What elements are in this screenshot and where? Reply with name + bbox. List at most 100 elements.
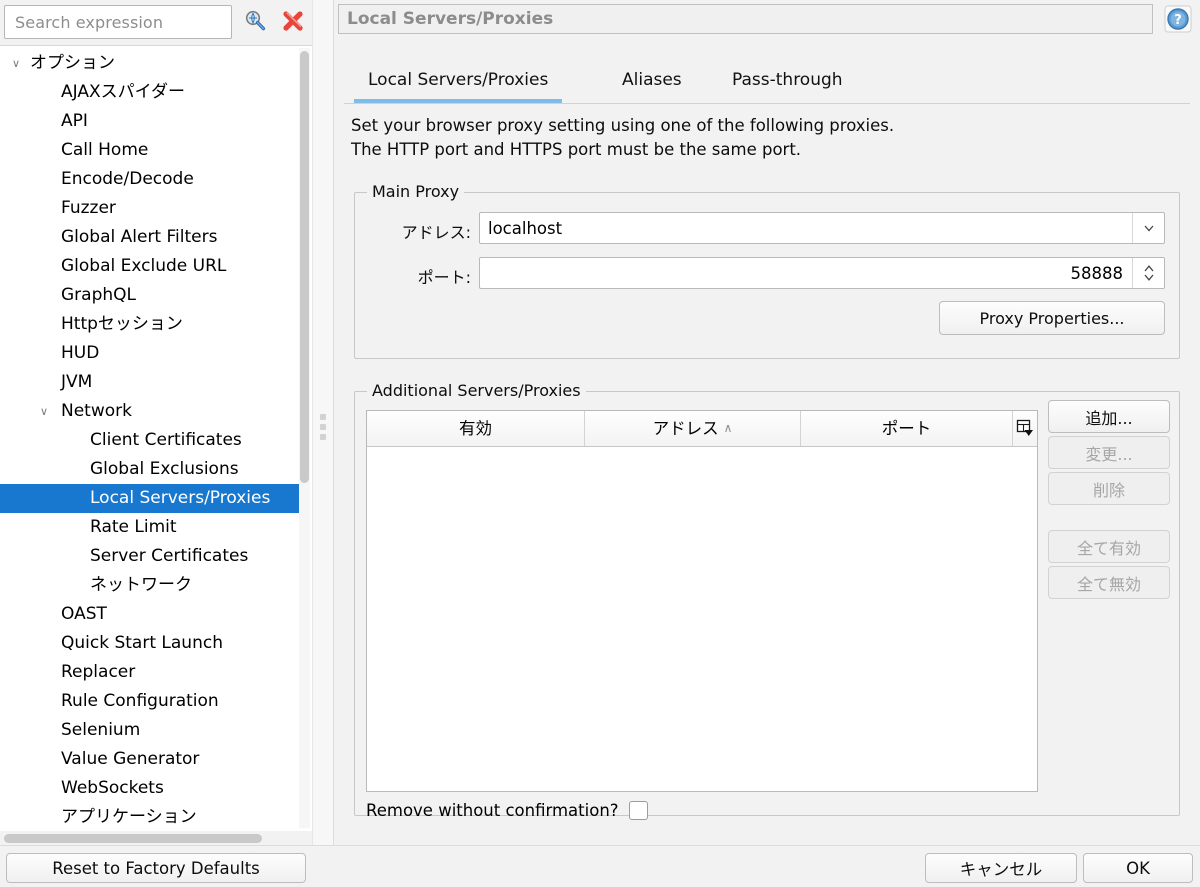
search-input[interactable]: Search expression	[4, 5, 232, 39]
sidebar-item-[interactable]: アプリケーション	[0, 803, 303, 831]
options-dialog: Search expression ∨ オプション AJAXスパイダー API …	[0, 0, 1200, 887]
sidebar-item-label: JVM	[61, 372, 93, 392]
svg-text:?: ?	[1174, 13, 1182, 28]
additional-servers-legend: Additional Servers/Proxies	[367, 381, 586, 400]
sidebar-item-local-servers-proxies[interactable]: Local Servers/Proxies	[0, 484, 303, 513]
chevron-down-icon[interactable]	[1132, 213, 1164, 243]
scrollbar-thumb[interactable]	[300, 51, 309, 483]
sidebar-item-rule-configuration[interactable]: Rule Configuration	[0, 687, 303, 716]
sidebar-item-api[interactable]: API	[0, 107, 303, 136]
proxy-properties-button[interactable]: Proxy Properties...	[939, 301, 1165, 335]
panel-title-row: Local Servers/Proxies ?	[334, 0, 1200, 40]
port-spinner[interactable]: 58888	[479, 257, 1165, 289]
additional-servers-table[interactable]: 有効 アドレス ∧ ポート	[366, 410, 1038, 792]
column-chooser-icon[interactable]	[1014, 415, 1036, 441]
sidebar-item-label: Client Certificates	[90, 430, 242, 450]
sidebar-item-fuzzer[interactable]: Fuzzer	[0, 194, 303, 223]
sidebar-item-label: Selenium	[61, 720, 141, 740]
sidebar-item-label: AJAXスパイダー	[61, 82, 185, 102]
disable-all-button: 全て無効	[1048, 566, 1170, 599]
sidebar-item-oast[interactable]: OAST	[0, 600, 303, 629]
red-x-icon[interactable]	[278, 6, 308, 36]
help-question-icon[interactable]: ?	[1163, 4, 1193, 34]
description-line-2: The HTTP port and HTTPS port must be the…	[351, 140, 802, 159]
column-header-address[interactable]: アドレス ∧	[585, 411, 801, 446]
add-button[interactable]: 追加...	[1048, 400, 1170, 433]
column-header-label: ポート	[881, 419, 932, 438]
sidebar-item-label: Rate Limit	[90, 517, 177, 537]
sidebar-item-label: Value Generator	[61, 749, 200, 769]
column-header-port[interactable]: ポート	[801, 411, 1013, 446]
content-panel: Local Servers/Proxies ? Local Servers/Pr…	[334, 0, 1200, 845]
tree-horizontal-scrollbar[interactable]	[0, 831, 312, 845]
dialog-button-bar: Reset to Factory Defaults キャンセル OK	[0, 845, 1200, 887]
sidebar-item-value-generator[interactable]: Value Generator	[0, 745, 303, 774]
magnifier-icon[interactable]	[240, 6, 270, 36]
cancel-button[interactable]: キャンセル	[925, 853, 1077, 883]
column-header-label: アドレス	[652, 419, 719, 438]
remove-confirmation-checkbox[interactable]	[628, 800, 648, 820]
sidebar-item-label: Network	[61, 401, 132, 421]
sort-asc-icon: ∧	[723, 421, 733, 435]
port-value: 58888	[1070, 263, 1124, 283]
options-tree[interactable]: ∨ オプション AJAXスパイダー API Call Home Encode/Decode…	[0, 45, 312, 831]
sidebar-item-ajax[interactable]: AJAXスパイダー	[0, 78, 303, 107]
splitter-grip-dot	[320, 434, 326, 440]
sidebar-item-global-alert-filters[interactable]: Global Alert Filters	[0, 223, 303, 252]
sidebar-item-jvm[interactable]: JVM	[0, 368, 303, 397]
tree-items: ∨ オプション AJAXスパイダー API Call Home Encode/Decode…	[0, 46, 303, 831]
tab-aliases[interactable]: Aliases	[608, 60, 696, 103]
panel-splitter[interactable]	[312, 0, 334, 845]
sidebar-item-[interactable]: ∨ オプション	[0, 49, 303, 78]
sidebar-item-call-home[interactable]: Call Home	[0, 136, 303, 165]
scrollbar-thumb[interactable]	[4, 834, 262, 843]
chevron-down-icon[interactable]: ∨	[36, 397, 52, 426]
tab-local-servers-proxies[interactable]: Local Servers/Proxies	[354, 60, 563, 103]
address-combobox[interactable]: localhost	[479, 212, 1165, 244]
tab-bar: Local Servers/Proxies Aliases Pass-throu…	[344, 60, 1190, 104]
sidebar-item-network[interactable]: ∨ Network	[0, 397, 303, 426]
sidebar-item-label: Call Home	[61, 140, 149, 160]
table-body[interactable]	[367, 447, 1037, 791]
remove-button: 削除	[1048, 472, 1170, 505]
address-value: localhost	[488, 218, 563, 238]
sidebar-item-http[interactable]: Httpセッション	[0, 310, 303, 339]
sidebar-item-selenium[interactable]: Selenium	[0, 716, 303, 745]
sidebar-item-label: HUD	[61, 343, 100, 363]
sidebar-item-[interactable]: ネットワーク	[0, 571, 303, 600]
sidebar-item-label: Httpセッション	[61, 314, 183, 334]
tab-pass-through[interactable]: Pass-through	[718, 60, 857, 103]
sidebar-item-websockets[interactable]: WebSockets	[0, 774, 303, 803]
tree-vertical-scrollbar[interactable]	[299, 48, 310, 828]
sidebar-panel: Search expression ∨ オプション AJAXスパイダー API …	[0, 0, 312, 845]
sidebar-item-rate-limit[interactable]: Rate Limit	[0, 513, 303, 542]
description-line-1: Set your browser proxy setting using one…	[351, 116, 895, 135]
port-label: ポート:	[417, 268, 471, 287]
sidebar-item-label: Server Certificates	[90, 546, 249, 566]
sidebar-item-quick-start-launch[interactable]: Quick Start Launch	[0, 629, 303, 658]
description-text: Set your browser proxy setting using one…	[351, 114, 1181, 162]
sidebar-item-replacer[interactable]: Replacer	[0, 658, 303, 687]
sidebar-item-graphql[interactable]: GraphQL	[0, 281, 303, 310]
sidebar-item-global-exclusions[interactable]: Global Exclusions	[0, 455, 303, 484]
sidebar-item-label: Global Exclude URL	[61, 256, 227, 276]
ok-button[interactable]: OK	[1083, 853, 1193, 883]
column-header-enabled[interactable]: 有効	[367, 411, 585, 446]
sidebar-item-client-certificates[interactable]: Client Certificates	[0, 426, 303, 455]
table-header-row: 有効 アドレス ∧ ポート	[367, 411, 1037, 447]
reset-to-factory-defaults-button[interactable]: Reset to Factory Defaults	[6, 853, 306, 883]
sidebar-item-label: Replacer	[61, 662, 136, 682]
remove-confirmation-label: Remove without confirmation?	[366, 800, 619, 820]
sidebar-item-label: Rule Configuration	[61, 691, 219, 711]
sidebar-item-label: Global Alert Filters	[61, 227, 218, 247]
chevron-down-icon[interactable]: ∨	[8, 49, 24, 78]
sidebar-item-label: Encode/Decode	[61, 169, 194, 189]
sidebar-item-hud[interactable]: HUD	[0, 339, 303, 368]
additional-servers-group: Additional Servers/Proxies 有効 アドレス ∧ ポート	[354, 381, 1180, 820]
sidebar-item-global-exclude-url[interactable]: Global Exclude URL	[0, 252, 303, 281]
sidebar-item-encode-decode[interactable]: Encode/Decode	[0, 165, 303, 194]
splitter-grip-dot	[320, 424, 326, 430]
button-group-spacer	[1048, 508, 1170, 530]
spinner-updown-icon[interactable]	[1132, 258, 1164, 288]
sidebar-item-server-certificates[interactable]: Server Certificates	[0, 542, 303, 571]
